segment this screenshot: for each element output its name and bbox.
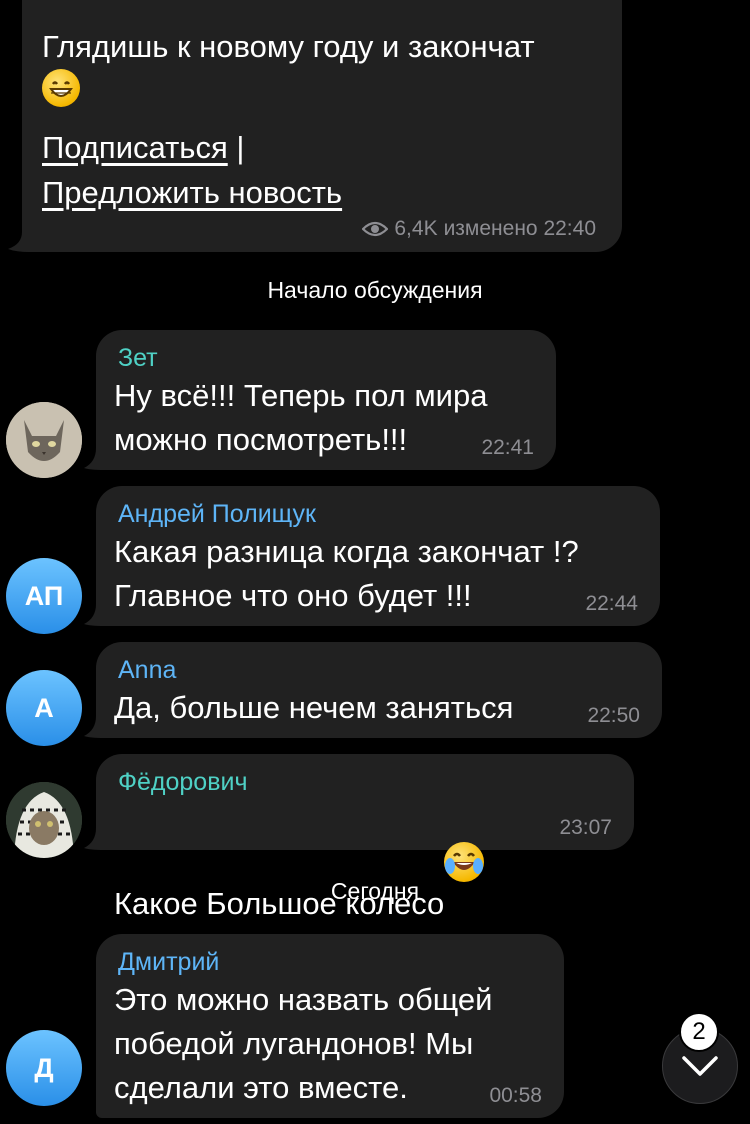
post-text: Глядишь к новому году и закончат xyxy=(42,25,602,113)
eye-icon xyxy=(362,221,389,237)
post-meta: 6,4K изменено 22:40 xyxy=(362,217,596,241)
message-time: 22:50 xyxy=(587,704,640,727)
message-bubble[interactable]: Дмитрий Это можно назвать общей победой … xyxy=(96,934,564,1118)
sender-name[interactable]: Зет xyxy=(118,344,158,373)
edited-time: изменено 22:40 xyxy=(443,217,596,240)
message-bubble[interactable]: Фёдорович Какое Большое колесо 23:07 xyxy=(96,754,634,921)
chevron-down-icon xyxy=(682,1056,718,1076)
message-text: Какое Большое колесо xyxy=(114,798,485,926)
avatar-cat[interactable] xyxy=(6,402,82,478)
cat-keffiyeh-photo-icon xyxy=(6,782,82,858)
unread-count-badge: 2 xyxy=(679,1012,719,1052)
bubble-tail xyxy=(84,604,104,626)
message-text: Какая разница когда закончат !? Главное … xyxy=(114,534,579,613)
cat-photo-icon xyxy=(6,402,82,478)
message-bubble[interactable]: Зет Ну всё!!! Теперь пол мира можно посм… xyxy=(96,330,556,470)
views-count: 6,4K xyxy=(394,217,438,240)
grinning-emoji-icon xyxy=(42,69,80,107)
message-time: 00:58 xyxy=(489,1084,542,1107)
sender-name[interactable]: Фёдорович xyxy=(118,768,247,797)
post-links: Подписаться | Предложить новость xyxy=(42,125,622,215)
message-bubble[interactable]: Anna Да, больше нечем заняться 22:50 xyxy=(96,642,662,738)
avatar-initials[interactable]: АП xyxy=(6,558,82,634)
post-bubble-tail xyxy=(8,232,30,252)
tears-of-joy-emoji-icon xyxy=(444,842,485,882)
message-time: 22:44 xyxy=(585,592,638,615)
channel-post: Глядишь к новому году и закончат Подписа… xyxy=(22,0,622,252)
bubble-tail xyxy=(84,828,104,850)
message-time: 23:07 xyxy=(559,816,612,839)
bubble-tail xyxy=(84,448,104,470)
sender-name[interactable]: Дмитрий xyxy=(118,948,219,977)
message-text: Ну всё!!! Теперь пол мира можно посмотре… xyxy=(114,378,488,457)
link-separator: | xyxy=(236,130,245,165)
avatar-initials[interactable]: А xyxy=(6,670,82,746)
today-label: Сегодня xyxy=(330,878,420,904)
avatar-initials[interactable]: Д xyxy=(6,1030,82,1106)
discussion-start-label: Начало обсуждения xyxy=(267,277,483,303)
suggest-news-link[interactable]: Предложить новость xyxy=(42,170,482,215)
sender-name[interactable]: Андрей Полищук xyxy=(118,500,316,529)
message-bubble[interactable]: Андрей Полищук Какая разница когда закон… xyxy=(96,486,660,626)
avatar-photo[interactable] xyxy=(6,782,82,858)
message-time: 22:41 xyxy=(481,436,534,459)
message-text: Это можно назвать общей победой лугандон… xyxy=(114,982,493,1105)
message-text: Да, больше нечем заняться xyxy=(114,690,514,725)
bubble-tail xyxy=(84,716,104,738)
sender-name[interactable]: Anna xyxy=(118,656,176,685)
subscribe-link[interactable]: Подписаться xyxy=(42,130,228,165)
